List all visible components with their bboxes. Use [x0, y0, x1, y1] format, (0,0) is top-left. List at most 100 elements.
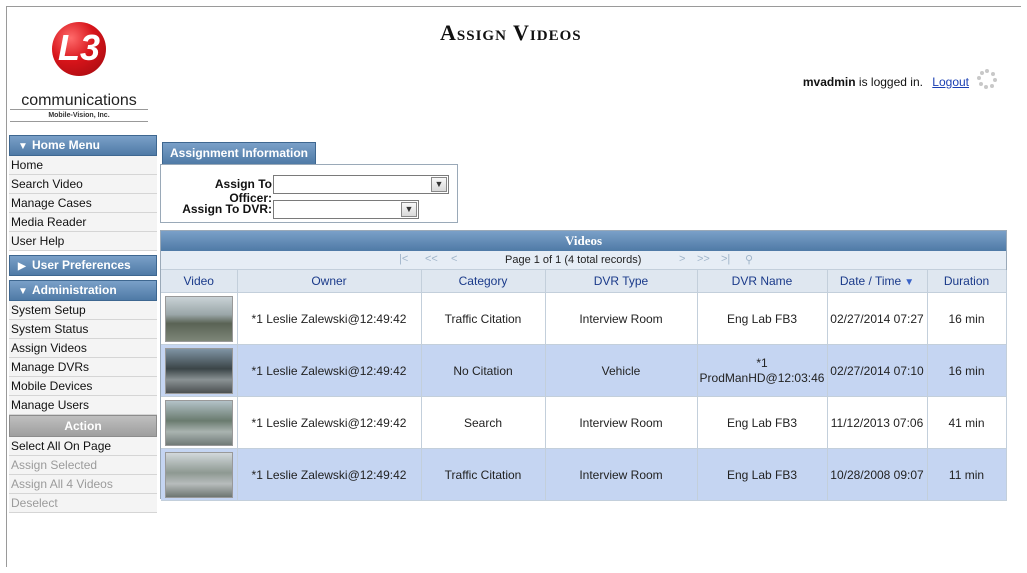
dvr-type-cell: Interview Room	[545, 396, 698, 449]
video-cell[interactable]	[161, 448, 238, 501]
sidebar-item-manage-users[interactable]: Manage Users	[9, 396, 157, 415]
video-thumbnail[interactable]	[164, 295, 233, 342]
action-header: Action	[9, 415, 157, 437]
col-owner[interactable]: Owner	[237, 270, 422, 293]
officer-select[interactable]: ▼	[273, 175, 449, 194]
category-cell: Traffic Citation	[421, 292, 546, 345]
collapse-arrow-icon: ▼	[18, 141, 28, 152]
login-text: is logged in.	[858, 75, 923, 89]
owner-cell: *1 Leslie Zalewski@12:49:42	[237, 292, 422, 345]
col-category[interactable]: Category	[421, 270, 546, 293]
expand-arrow-icon: ▶	[18, 261, 26, 272]
table-row[interactable]: *1 Leslie Zalewski@12:49:42 Search Inter…	[161, 396, 1007, 449]
sort-desc-icon: ▼	[904, 277, 915, 288]
action-assign-selected[interactable]: Assign Selected	[9, 456, 157, 475]
user-preferences-header[interactable]: ▶ User Preferences	[9, 255, 157, 276]
col-date-time[interactable]: Date / Time ▼	[827, 270, 928, 293]
video-cell[interactable]	[161, 292, 238, 345]
administration-header[interactable]: ▼ Administration	[9, 280, 157, 301]
video-cell[interactable]	[161, 344, 238, 397]
logo-divider-bottom	[10, 121, 148, 122]
table-row[interactable]: *1 Leslie Zalewski@12:49:42 Traffic Cita…	[161, 448, 1007, 501]
logo-divider	[10, 109, 148, 110]
datetime-cell: 02/27/2014 07:27	[827, 292, 928, 345]
video-cell[interactable]	[161, 396, 238, 449]
home-menu-label: Home Menu	[32, 138, 101, 152]
sidebar-item-assign-videos[interactable]: Assign Videos	[9, 339, 157, 358]
action-assign-all[interactable]: Assign All 4 Videos	[9, 475, 157, 494]
home-menu-header[interactable]: ▼ Home Menu	[9, 135, 157, 156]
table-row[interactable]: *1 Leslie Zalewski@12:49:42 Traffic Cita…	[161, 292, 1007, 345]
dropdown-arrow-icon[interactable]: ▼	[401, 202, 417, 217]
table-row[interactable]: *1 Leslie Zalewski@12:49:42 No Citation …	[161, 344, 1007, 397]
sidebar: ▼ Home Menu Home Search Video Manage Case…	[9, 135, 157, 513]
sidebar-item-manage-cases[interactable]: Manage Cases	[9, 194, 157, 213]
owner-cell: *1 Leslie Zalewski@12:49:42	[237, 344, 422, 397]
dvr-name-cell: Eng Lab FB3	[697, 292, 828, 345]
logout-link[interactable]: Logout	[932, 75, 969, 89]
dvr-name-cell: Eng Lab FB3	[697, 396, 828, 449]
category-cell: No Citation	[421, 344, 546, 397]
logo-name: communications	[21, 92, 137, 109]
first-page-icon[interactable]: |<	[399, 253, 408, 265]
page-title: Assign Videos	[440, 20, 582, 45]
sidebar-item-search-video[interactable]: Search Video	[9, 175, 157, 194]
duration-cell: 41 min	[927, 396, 1007, 449]
action-select-all[interactable]: Select All On Page	[9, 437, 157, 456]
dvr-type-cell: Vehicle	[545, 344, 698, 397]
owner-cell: *1 Leslie Zalewski@12:49:42	[237, 396, 422, 449]
sidebar-item-home[interactable]: Home	[9, 156, 157, 175]
duration-cell: 16 min	[927, 344, 1007, 397]
user-preferences-label: User Preferences	[32, 258, 131, 272]
loading-spinner-icon	[977, 69, 997, 89]
dvr-label: Assign To DVR:	[182, 202, 272, 216]
logo-mark-text: L3	[57, 27, 100, 68]
sidebar-item-system-status[interactable]: System Status	[9, 320, 157, 339]
dvr-select[interactable]: ▼	[273, 200, 419, 219]
col-duration[interactable]: Duration	[927, 270, 1007, 293]
sidebar-item-system-setup[interactable]: System Setup	[9, 301, 157, 320]
datetime-cell: 10/28/2008 09:07	[827, 448, 928, 501]
dvr-type-cell: Interview Room	[545, 292, 698, 345]
dropdown-arrow-icon[interactable]: ▼	[431, 177, 447, 192]
collapse-arrow-icon: ▼	[18, 286, 28, 297]
video-thumbnail[interactable]	[164, 347, 233, 394]
sidebar-item-media-reader[interactable]: Media Reader	[9, 213, 157, 232]
sidebar-item-mobile-devices[interactable]: Mobile Devices	[9, 377, 157, 396]
prev-ten-icon[interactable]: <<	[425, 253, 438, 265]
next-page-icon[interactable]: >	[679, 253, 685, 265]
video-thumbnail[interactable]	[164, 399, 233, 446]
duration-cell: 11 min	[927, 448, 1007, 501]
login-status: mvadmin is logged in. Logout	[803, 75, 969, 89]
datetime-cell: 02/27/2014 07:10	[827, 344, 928, 397]
pager-text: Page 1 of 1 (4 total records)	[505, 254, 642, 266]
assignment-panel: Assign To Officer: ▼ Assign To DVR: ▼	[160, 164, 458, 223]
datetime-cell: 11/12/2013 07:06	[827, 396, 928, 449]
logo-mark: L3	[52, 22, 106, 76]
col-video[interactable]: Video	[161, 270, 238, 293]
col-dvr-type[interactable]: DVR Type	[545, 270, 698, 293]
logo-subtitle: Mobile-Vision, Inc.	[48, 112, 110, 119]
prev-page-icon[interactable]: <	[451, 253, 457, 265]
category-cell: Traffic Citation	[421, 448, 546, 501]
officer-label: Assign To Officer:	[214, 177, 272, 205]
videos-grid-title: Videos	[161, 231, 1006, 251]
username: mvadmin	[802, 75, 856, 89]
search-icon[interactable]: ⚲	[745, 253, 753, 266]
action-deselect[interactable]: Deselect	[9, 494, 157, 513]
owner-cell: *1 Leslie Zalewski@12:49:42	[237, 448, 422, 501]
category-cell: Search	[421, 396, 546, 449]
next-ten-icon[interactable]: >>	[697, 253, 710, 265]
col-date-time-label: Date / Time	[839, 274, 902, 288]
tab-assignment-information[interactable]: Assignment Information	[162, 142, 316, 164]
dvr-name-cell: *1 ProdManHD@12:03:46	[697, 344, 828, 397]
sidebar-item-manage-dvrs[interactable]: Manage DVRs	[9, 358, 157, 377]
last-page-icon[interactable]: >|	[721, 253, 730, 265]
sidebar-item-user-help[interactable]: User Help	[9, 232, 157, 251]
dvr-name-cell: Eng Lab FB3	[697, 448, 828, 501]
dvr-type-cell: Interview Room	[545, 448, 698, 501]
videos-grid: Videos |< << < Page 1 of 1 (4 total reco…	[160, 230, 1007, 501]
duration-cell: 16 min	[927, 292, 1007, 345]
col-dvr-name[interactable]: DVR Name	[697, 270, 828, 293]
video-thumbnail[interactable]	[164, 451, 233, 498]
